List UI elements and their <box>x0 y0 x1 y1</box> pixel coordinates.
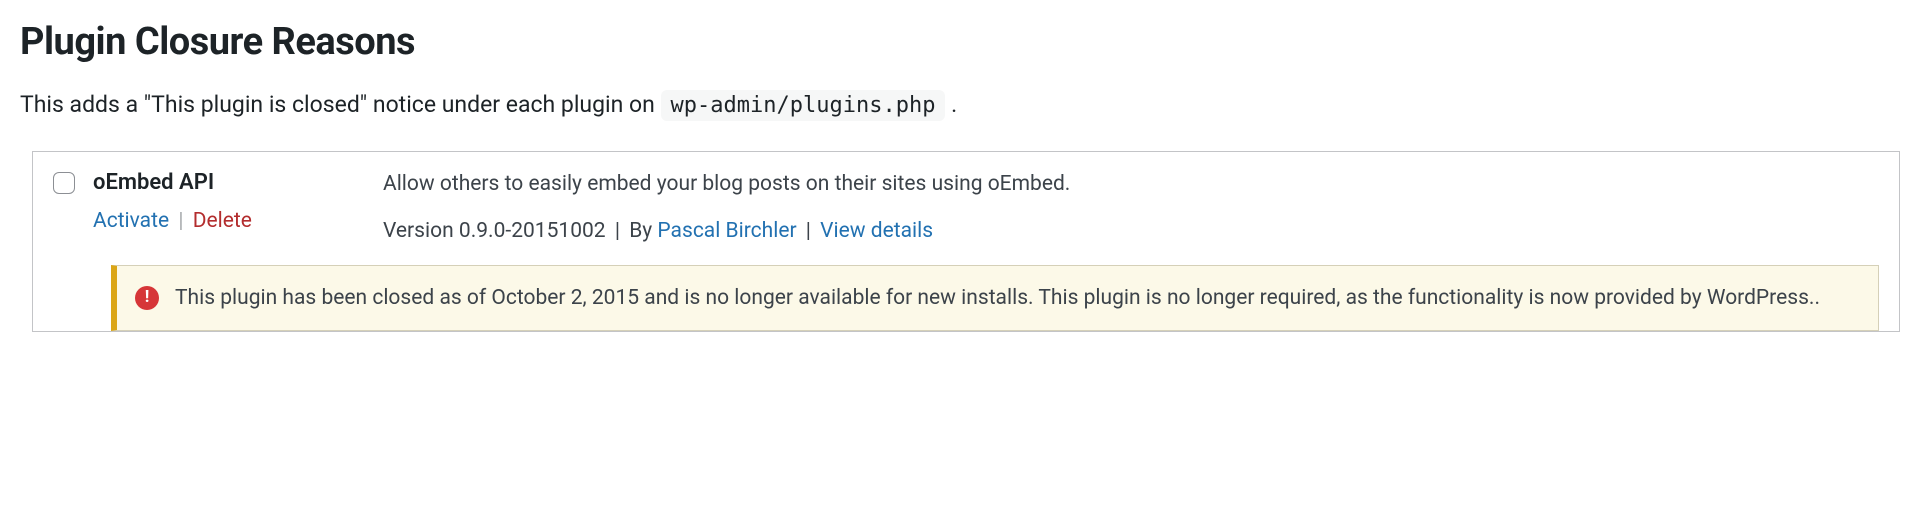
plugin-description: Allow others to easily embed your blog p… <box>383 170 1879 199</box>
delete-link[interactable]: Delete <box>193 209 252 233</box>
description-text-post: . <box>945 91 957 118</box>
description-text-pre: This adds a "This plugin is closed" noti… <box>20 91 661 118</box>
description-code-path: wp-admin/plugins.php <box>661 90 946 121</box>
view-details-link[interactable]: View details <box>820 219 933 243</box>
plugin-row: oEmbed API Activate | Delete Allow other… <box>33 152 1899 265</box>
plugin-actions: Activate | Delete <box>93 209 363 233</box>
meta-separator: | <box>615 219 620 243</box>
author-link[interactable]: Pascal Birchler <box>657 219 796 243</box>
plugin-name-column: oEmbed API Activate | Delete <box>93 170 383 243</box>
checkbox-column <box>53 170 93 243</box>
closure-notice-text: This plugin has been closed as of Octobe… <box>175 282 1858 315</box>
plugin-version: 0.9.0-20151002 <box>459 219 606 243</box>
meta-separator: | <box>806 219 811 243</box>
plugin-name: oEmbed API <box>93 170 363 195</box>
page-description: This adds a "This plugin is closed" noti… <box>20 88 1900 123</box>
exclamation-icon: ! <box>145 289 150 306</box>
plugin-select-checkbox[interactable] <box>53 172 75 194</box>
plugin-card: oEmbed API Activate | Delete Allow other… <box>32 151 1900 333</box>
closure-notice: ! This plugin has been closed as of Octo… <box>111 265 1879 332</box>
warning-icon: ! <box>135 286 159 310</box>
activate-link[interactable]: Activate <box>93 209 169 233</box>
by-prefix: By <box>629 219 657 243</box>
plugin-description-column: Allow others to easily embed your blog p… <box>383 170 1879 243</box>
action-separator: | <box>178 209 183 233</box>
version-prefix: Version <box>383 219 459 243</box>
notice-row: ! This plugin has been closed as of Octo… <box>33 265 1899 332</box>
plugin-meta: Version 0.9.0-20151002 | By Pascal Birch… <box>383 219 1879 243</box>
page-title: Plugin Closure Reasons <box>20 20 1900 64</box>
